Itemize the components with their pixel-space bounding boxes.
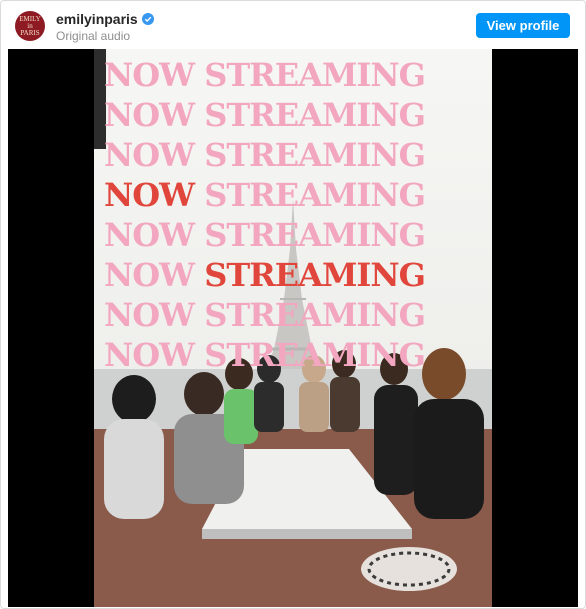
audio-label[interactable]: Original audio — [56, 29, 154, 43]
line-word-streaming: STREAMING — [204, 56, 426, 94]
instagram-embed-card: EMILY in PARIS emilyinparis Original aud… — [0, 0, 586, 609]
streaming-line: NOW STREAMING — [94, 55, 492, 95]
streaming-line: NOW STREAMING — [94, 255, 492, 295]
line-word-now: NOW — [104, 336, 195, 374]
line-word-streaming: STREAMING — [204, 176, 426, 214]
line-word-now: NOW — [104, 96, 195, 134]
post-image: NOW STREAMING NOW STREAMING NOW STREAMIN… — [94, 49, 492, 607]
line-word-now-highlighted: NOW — [104, 176, 195, 214]
avatar-text-3: PARIS — [20, 28, 40, 37]
line-word-now: NOW — [104, 296, 195, 334]
line-word-streaming: STREAMING — [204, 296, 426, 334]
post-media[interactable]: NOW STREAMING NOW STREAMING NOW STREAMIN… — [8, 49, 578, 607]
line-word-streaming-highlighted: STREAMING — [204, 256, 426, 294]
streaming-line: NOW STREAMING — [94, 135, 492, 175]
line-word-now: NOW — [104, 56, 195, 94]
line-word-now: NOW — [104, 256, 195, 294]
line-word-now: NOW — [104, 216, 195, 254]
streaming-line: NOW STREAMING — [94, 95, 492, 135]
streaming-line: NOW STREAMING — [94, 335, 492, 375]
line-word-streaming: STREAMING — [204, 136, 426, 174]
streaming-line: NOW STREAMING — [94, 295, 492, 335]
profile-avatar[interactable]: EMILY in PARIS — [15, 11, 45, 41]
line-word-streaming: STREAMING — [204, 96, 426, 134]
view-profile-button[interactable]: View profile — [476, 13, 570, 38]
post-header: EMILY in PARIS emilyinparis Original aud… — [1, 1, 585, 49]
verified-badge-icon — [141, 13, 154, 25]
account-info: emilyinparis Original audio — [56, 11, 154, 43]
streaming-line: NOW STREAMING — [94, 215, 492, 255]
streaming-line: NOW STREAMING — [94, 175, 492, 215]
line-word-now: NOW — [104, 136, 195, 174]
username-link[interactable]: emilyinparis — [56, 11, 138, 27]
line-word-streaming: STREAMING — [204, 216, 426, 254]
now-streaming-text: NOW STREAMING NOW STREAMING NOW STREAMIN… — [94, 55, 492, 375]
line-word-streaming: STREAMING — [204, 336, 426, 374]
